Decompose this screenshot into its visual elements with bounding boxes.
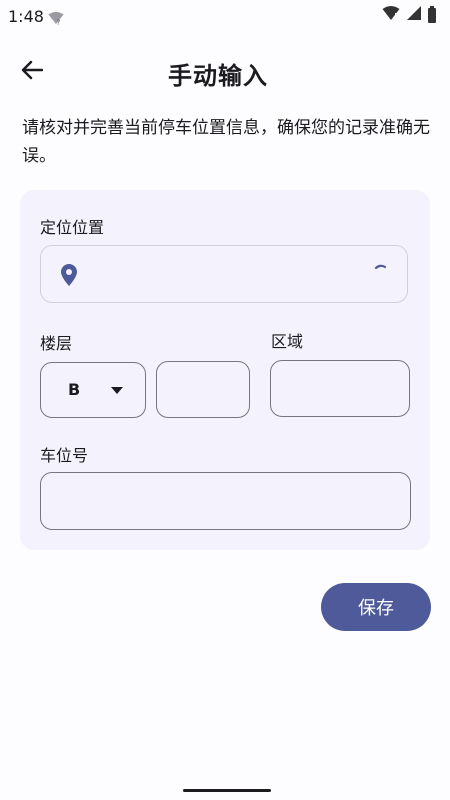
floor-label: 楼层 <box>40 334 73 353</box>
instruction-text: 请核对并完善当前停车位置信息，确保您的记录准确无误。 <box>22 118 430 166</box>
status-time: 1:48 <box>8 7 44 26</box>
location-pin-icon <box>61 264 77 290</box>
status-bar: 1:48 ? <box>0 0 450 34</box>
form-card: 定位位置 楼层 区域 B 车位号 <box>20 190 430 550</box>
location-label: 定位位置 <box>40 218 105 237</box>
area-input[interactable] <box>270 360 410 417</box>
wifi-icon <box>382 5 400 25</box>
save-button[interactable]: 保存 <box>321 583 431 631</box>
loading-spinner-icon <box>373 264 389 284</box>
wifi-status-mark: ? <box>57 19 61 26</box>
app-bar: 手动输入 <box>0 50 450 94</box>
location-field[interactable] <box>40 245 408 303</box>
wifi-icon: ? <box>48 10 64 29</box>
arrow-left-icon <box>21 60 44 84</box>
home-indicator <box>183 789 271 792</box>
page-title: 手动输入 <box>168 62 268 90</box>
battery-icon <box>428 5 436 23</box>
floor-number-input[interactable] <box>156 361 250 418</box>
signal-icon <box>406 5 422 25</box>
floor-prefix-select[interactable]: B <box>40 362 146 418</box>
space-label: 车位号 <box>40 446 89 465</box>
dropdown-arrow-icon <box>111 387 123 394</box>
floor-prefix-value: B <box>68 380 81 399</box>
parking-space-input[interactable] <box>40 472 411 530</box>
status-icons <box>382 5 436 25</box>
area-label: 区域 <box>271 332 304 351</box>
back-button[interactable] <box>18 58 46 86</box>
save-button-label: 保存 <box>358 598 394 619</box>
